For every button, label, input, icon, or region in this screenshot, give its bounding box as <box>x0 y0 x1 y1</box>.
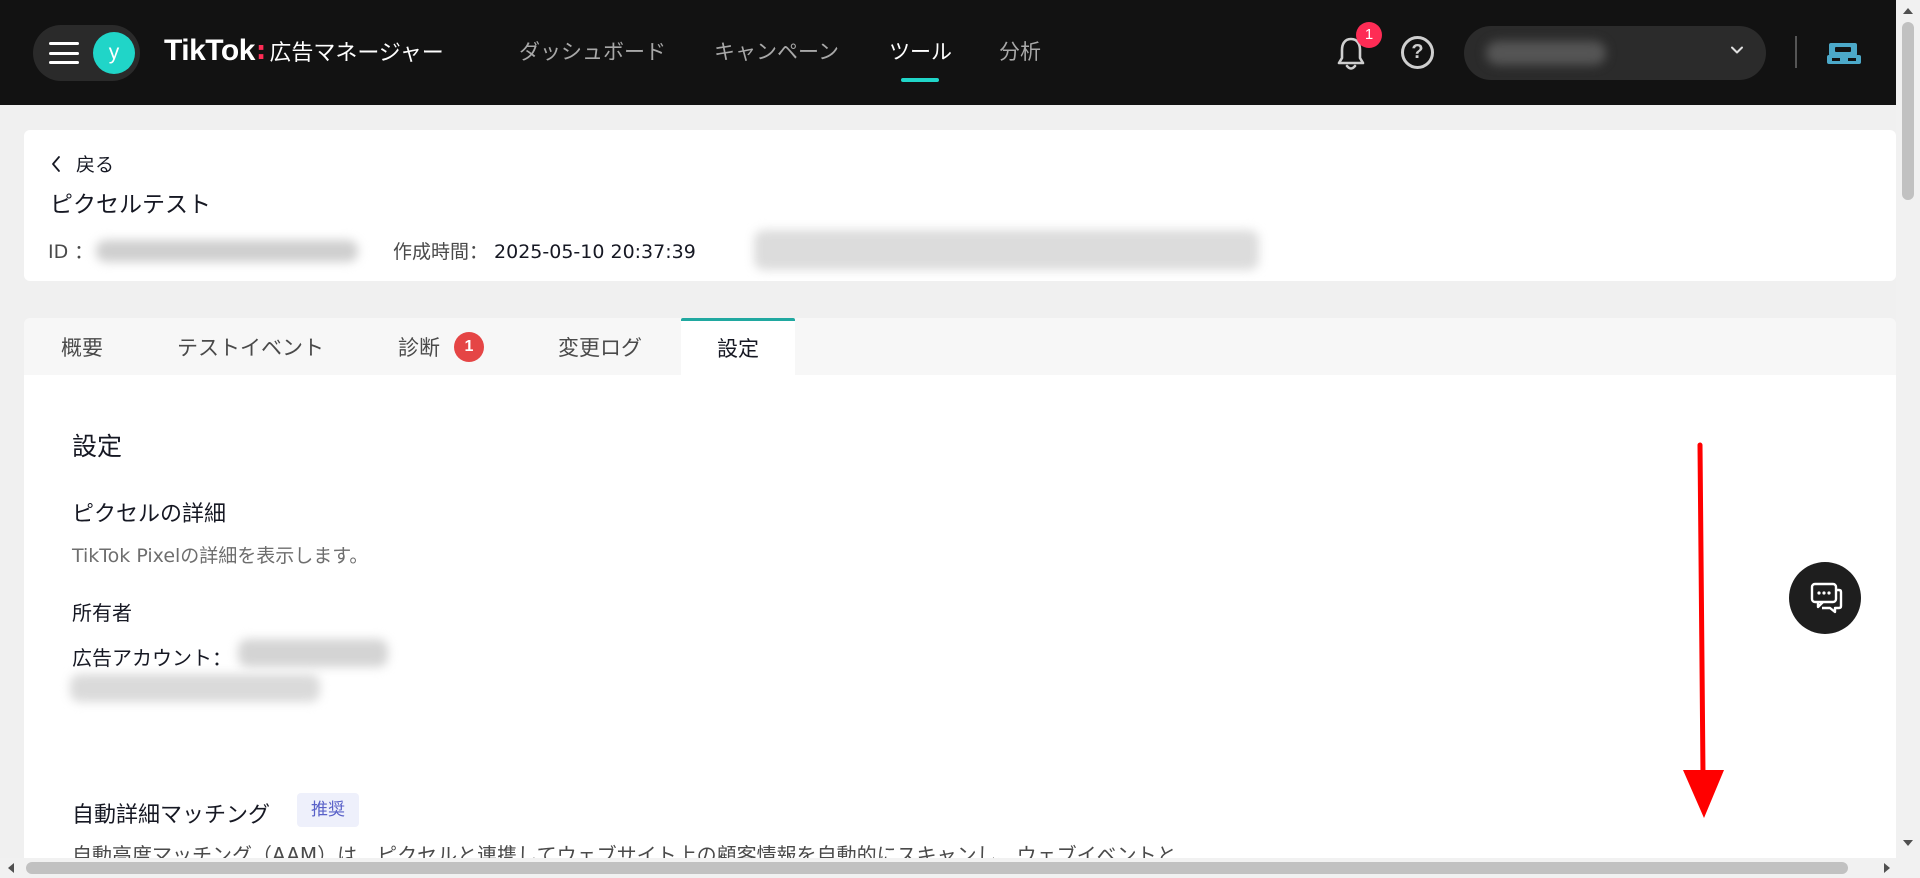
nav-tools[interactable]: ツール <box>889 36 952 66</box>
pixel-details-description: TikTok Pixelの詳細を表示します。 <box>72 545 369 567</box>
active-nav-indicator <box>901 78 939 82</box>
tiktok-ads-manager-logo[interactable]: TikTok : 広告マネージャー <box>164 31 444 71</box>
tab-settings[interactable]: 設定 <box>681 318 795 375</box>
page-title: ピクセルテスト <box>50 192 211 218</box>
diagnostics-badge: 1 <box>454 331 484 362</box>
aam-title: 自動詳細マッチング <box>72 803 271 828</box>
account-name-redacted <box>1486 41 1606 65</box>
created-time-value: 2025-05-10 20:37:39 <box>494 241 696 263</box>
chevron-down-icon <box>1731 46 1743 54</box>
settings-panel: 設定 ピクセルの詳細 TikTok Pixelの詳細を表示します。 所有者 広告… <box>24 375 1896 867</box>
account-selector[interactable] <box>1464 26 1766 80</box>
pixel-header-card: 戻る ピクセルテスト ID ： 作成時間： 2025-05-10 20:37:39 <box>24 130 1896 281</box>
avatar[interactable]: y <box>93 32 135 74</box>
nav-analytics[interactable]: 分析 <box>999 36 1041 66</box>
ad-account-id-redacted <box>70 674 320 702</box>
divider <box>1795 36 1797 68</box>
pixel-id-label: ID ： <box>48 241 94 263</box>
logo-subtitle: 広告マネージャー <box>269 41 444 66</box>
ad-account-name-redacted <box>238 639 388 667</box>
logo-brand: TikTok <box>164 34 255 67</box>
pixel-id-redacted <box>96 240 358 262</box>
back-label: 戻る <box>76 154 115 176</box>
ad-account-label: 広告アカウント： <box>72 646 232 670</box>
horizontal-scrollbar[interactable] <box>0 858 1920 878</box>
menu-button[interactable]: y <box>33 25 140 81</box>
back-link[interactable]: 戻る <box>50 150 114 177</box>
scroll-down-icon[interactable] <box>1896 836 1920 850</box>
notification-badge: 1 <box>1356 22 1382 48</box>
owner-label: 所有者 <box>72 601 132 625</box>
chevron-left-icon <box>52 155 60 172</box>
tab-bar: 概要 テストイベント 診断 1 変更ログ 設定 <box>24 318 1896 375</box>
hamburger-icon <box>49 42 79 64</box>
tab-overview[interactable]: 概要 <box>61 318 103 375</box>
tab-change-log[interactable]: 変更ログ <box>558 318 642 375</box>
pixel-details-title: ピクセルの詳細 <box>72 502 227 527</box>
tab-diagnostics-label: 診断 <box>398 335 440 360</box>
tab-diagnostics[interactable]: 診断 1 <box>398 318 484 375</box>
vertical-scrollbar[interactable] <box>1896 0 1920 862</box>
redacted-info <box>754 230 1259 270</box>
scroll-up-icon[interactable] <box>1896 4 1920 18</box>
nav-campaign[interactable]: キャンペーン <box>714 36 839 66</box>
section-title: 設定 <box>72 432 123 461</box>
top-navigation-bar: y TikTok : 広告マネージャー ダッシュボード キャンペーン ツール 分… <box>0 0 1920 105</box>
nav-dashboard[interactable]: ダッシュボード <box>519 36 666 66</box>
tab-test-events[interactable]: テストイベント <box>177 318 324 375</box>
scroll-left-icon[interactable] <box>4 858 18 878</box>
scroll-right-icon[interactable] <box>1880 858 1894 878</box>
scroll-down-arrow-annotation <box>1683 442 1724 818</box>
chat-icon <box>1810 582 1843 614</box>
help-icon[interactable]: ? <box>1401 36 1434 69</box>
vertical-scroll-thumb[interactable] <box>1902 22 1914 200</box>
created-time-label: 作成時間： <box>393 241 489 263</box>
logo-separator: : <box>255 36 267 66</box>
business-center-icon[interactable] <box>1826 38 1862 68</box>
chat-support-button[interactable] <box>1789 562 1861 634</box>
recommended-badge: 推奨 <box>297 793 359 827</box>
created-time: 作成時間： 2025-05-10 20:37:39 <box>393 237 696 264</box>
horizontal-scroll-thumb[interactable] <box>26 862 1848 874</box>
